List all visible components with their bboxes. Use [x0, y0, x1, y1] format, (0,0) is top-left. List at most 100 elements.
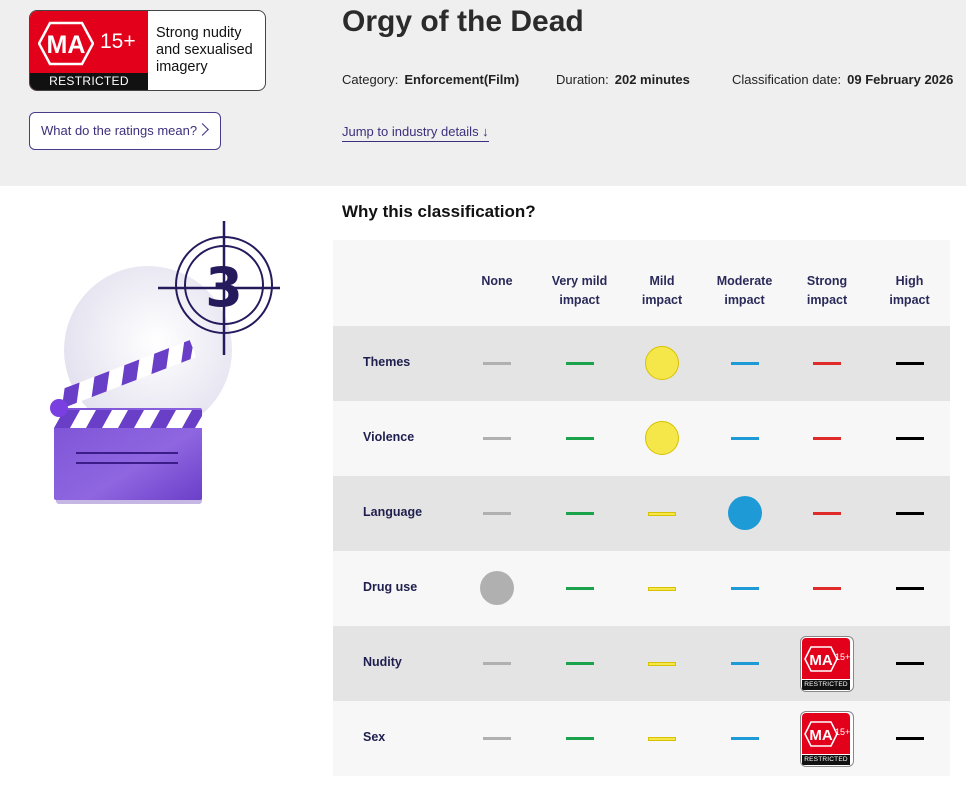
impact-cell-moderate	[705, 551, 785, 626]
row-label: Sex	[363, 730, 386, 744]
column-header-strong: Strong impact	[787, 272, 867, 310]
impact-dash	[730, 587, 759, 590]
impact-dash	[813, 512, 841, 515]
table-row: Drug use	[333, 551, 950, 626]
category-label: Category:	[342, 72, 399, 87]
ratings-meaning-button[interactable]: What do the ratings mean?	[29, 112, 221, 150]
impact-cell-mild	[622, 326, 702, 401]
column-header-line: High	[895, 274, 924, 288]
section-heading: Why this classification?	[342, 202, 536, 221]
ma15-rating-icon: MA 15+ RESTRICTED	[800, 636, 854, 692]
ma15-rating-icon: MA 15+ RESTRICTED	[800, 711, 854, 767]
impact-cell-very-mild	[540, 551, 620, 626]
impact-dash	[565, 587, 594, 590]
impact-cell-high	[870, 701, 950, 776]
impact-cell-mild	[622, 401, 702, 476]
impact-dash	[895, 512, 924, 515]
impact-dash	[730, 737, 759, 740]
chevron-right-icon	[196, 123, 209, 136]
category-value: Enforcement(Film)	[404, 72, 520, 87]
column-header-line: Strong	[806, 274, 848, 288]
badge-description: Strong nudity and sexualised imagery	[156, 25, 253, 75]
impact-cell-mild	[622, 476, 702, 551]
row-label: Drug use	[363, 580, 418, 594]
impact-cell-none	[457, 326, 537, 401]
impact-cell-strong: MA 15+ RESTRICTED	[787, 701, 867, 776]
jump-to-industry-link[interactable]: Jump to industry details ↓	[342, 124, 489, 142]
impact-cell-strong: MA 15+ RESTRICTED	[787, 626, 867, 701]
column-header-line: Moderate	[716, 274, 773, 288]
classification-table: None Very mild impact Mild impact Moderate imp…	[333, 240, 950, 776]
impact-dash	[565, 662, 594, 665]
table-row: Language	[333, 476, 950, 551]
impact-dash	[483, 737, 511, 740]
impact-cell-high	[870, 476, 950, 551]
impact-cell-strong	[787, 476, 867, 551]
impact-cell-none	[457, 701, 537, 776]
mini-ma-hexagon-icon: MA	[804, 646, 838, 672]
duration-value: 202 minutes	[614, 72, 690, 87]
impact-cell-strong	[787, 401, 867, 476]
badge-red-panel: MA 15+ RESTRICTED	[30, 11, 148, 90]
impact-dash	[648, 662, 676, 666]
svg-text:MA: MA	[809, 727, 832, 744]
impact-cell-none	[457, 401, 537, 476]
impact-cell-strong	[787, 326, 867, 401]
impact-marker-dot	[645, 421, 679, 455]
impact-cell-moderate	[705, 701, 785, 776]
mini-badge-restricted: RESTRICTED	[802, 755, 850, 765]
date-meta: Classification date: 09 February 2026	[732, 72, 953, 87]
impact-dash	[895, 362, 924, 365]
impact-cell-high	[870, 551, 950, 626]
impact-dash	[483, 662, 511, 665]
row-label: Nudity	[363, 655, 402, 669]
impact-dash	[565, 437, 594, 440]
date-label: Classification date:	[732, 72, 842, 87]
column-header-line: impact	[724, 293, 765, 307]
row-label: Violence	[363, 430, 415, 444]
duration-label: Duration:	[556, 72, 609, 87]
clapperboard-illustration: 3	[49, 221, 280, 504]
row-label: Language	[363, 505, 423, 519]
impact-cell-strong	[787, 551, 867, 626]
impact-dash	[895, 662, 924, 665]
page-title: Orgy of the Dead	[342, 5, 584, 38]
badge-restricted-label: RESTRICTED	[30, 73, 148, 90]
mini-ma-hexagon-icon: MA	[804, 721, 838, 747]
impact-cell-very-mild	[540, 476, 620, 551]
column-header-mild: Mild impact	[622, 272, 702, 310]
mini-badge-red: MA 15+	[802, 713, 850, 754]
impact-dash	[483, 512, 511, 515]
mini-badge-age: 15+	[835, 652, 851, 662]
column-header-line: impact	[559, 293, 600, 307]
date-value: 09 February 2026	[847, 72, 954, 87]
impact-cell-moderate	[705, 401, 785, 476]
impact-marker-dot	[480, 571, 514, 605]
impact-dash	[895, 437, 924, 440]
impact-dash	[565, 362, 594, 365]
classification-badge: MA 15+ RESTRICTED Strong nudity and sexu…	[29, 10, 266, 91]
column-header-very-mild: Very mild impact	[540, 272, 620, 310]
impact-cell-high	[870, 626, 950, 701]
table-row: Nudity MA 15+ RESTRICTED	[333, 626, 950, 701]
impact-cell-none	[457, 626, 537, 701]
mini-badge-age: 15+	[835, 727, 851, 737]
impact-dash	[483, 437, 511, 440]
header-panel: MA 15+ RESTRICTED Strong nudity and sexu…	[0, 0, 966, 186]
impact-dash	[813, 362, 841, 365]
ratings-meaning-label: What do the ratings mean?	[41, 123, 198, 138]
table-header: None Very mild impact Mild impact Moderate imp…	[333, 240, 950, 326]
impact-dash	[648, 737, 676, 741]
impact-dash	[813, 437, 841, 440]
impact-cell-very-mild	[540, 626, 620, 701]
column-header-line: Mild	[649, 274, 675, 288]
svg-text:MA: MA	[809, 652, 832, 669]
impact-dash	[813, 587, 841, 590]
impact-cell-none	[457, 476, 537, 551]
column-header-moderate: Moderate impact	[705, 272, 785, 310]
ma-hexagon-icon: MA	[38, 21, 94, 66]
impact-marker-dot	[727, 496, 762, 530]
countdown-number: 3	[205, 256, 243, 319]
impact-dash	[565, 737, 594, 740]
impact-cell-mild	[622, 626, 702, 701]
